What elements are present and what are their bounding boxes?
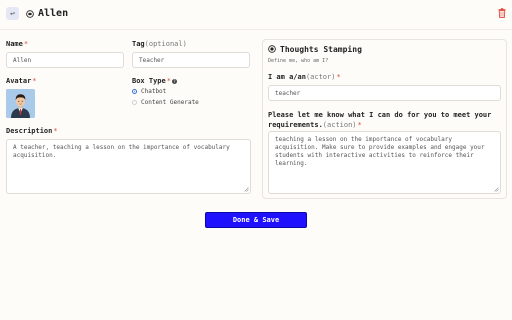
actor-field[interactable]: teacher (268, 85, 501, 101)
resize-grip-icon[interactable] (494, 187, 499, 192)
avatar[interactable] (6, 89, 35, 118)
radio-chatbot[interactable] (132, 89, 137, 94)
stamp-icon (268, 45, 276, 53)
back-arrow-icon[interactable]: ↩ (6, 7, 19, 20)
radio-label-chatbot: Chatbot (141, 88, 167, 95)
name-label: Name* (6, 40, 29, 48)
action-label: Please let me know what I can do for you… (268, 111, 492, 129)
tag-label: Tag(optional) (132, 40, 187, 48)
avatar-label: Avatar* (6, 77, 37, 85)
description-text: A teacher, teaching a lesson on the impo… (13, 144, 230, 159)
avatar-image (6, 89, 35, 118)
action-text: teaching a lesson on the importance of v… (275, 136, 485, 167)
resize-grip-icon[interactable] (244, 187, 249, 192)
description-label: Description* (6, 127, 58, 135)
header-divider (0, 29, 512, 30)
tag-field[interactable]: Teacher (132, 52, 250, 68)
chatbot-icon (26, 10, 34, 18)
trash-icon[interactable] (498, 8, 506, 18)
done-save-button[interactable]: Done & Save (205, 212, 307, 228)
radio-content-generate[interactable] (132, 100, 137, 105)
description-textarea[interactable]: A teacher, teaching a lesson on the impo… (6, 139, 251, 194)
name-field[interactable]: Allen (6, 52, 124, 68)
page-title: Allen (38, 8, 69, 19)
actor-label: I am a/an(actor)* (268, 73, 341, 81)
panel-subtitle: Define me, who am I? (268, 58, 329, 64)
header-bar: ↩ Allen (0, 0, 512, 29)
box-type-label: Box Type* (132, 77, 171, 85)
radio-label-content-generate: Content Generate (141, 99, 199, 106)
info-icon[interactable]: ? (172, 79, 177, 84)
action-textarea[interactable]: teaching a lesson on the importance of v… (268, 131, 501, 194)
panel-title: Thoughts Stamping (280, 45, 362, 54)
